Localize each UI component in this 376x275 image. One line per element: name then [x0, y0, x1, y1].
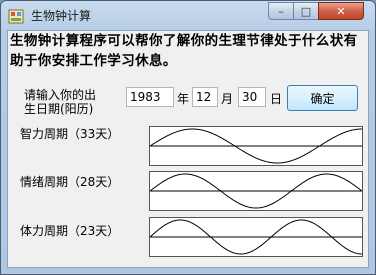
day-unit: 日 [270, 92, 283, 106]
minimize-button[interactable]: – [268, 2, 294, 20]
maximize-button[interactable]: □ [293, 2, 319, 20]
month-input[interactable]: 12 [192, 87, 218, 107]
close-button[interactable]: ✕ [318, 2, 364, 20]
year-unit: 年 [177, 92, 190, 106]
year-input[interactable]: 1983 [126, 87, 174, 107]
physical-wave-chart [149, 217, 363, 257]
intellect-wave-chart [149, 126, 363, 166]
day-input[interactable]: 30 [238, 87, 266, 107]
emotion-cycle-label: 情绪周期（28天） [20, 175, 120, 189]
emotion-wave-chart [149, 171, 363, 211]
title-bar[interactable]: 生物钟计算 – □ ✕ [1, 1, 375, 31]
physical-cycle-label: 体力周期（23天） [20, 224, 120, 238]
window-title: 生物钟计算 [31, 9, 92, 23]
intro-text: 生物钟计算程序可以帮你了解你的生理节律处于什么状有助于你安排工作学习休息。 [10, 33, 358, 69]
confirm-button[interactable]: 确定 [287, 85, 358, 111]
app-icon [8, 8, 24, 24]
birth-date-label: 请输入你的出生日期(阳历) [24, 88, 97, 116]
month-unit: 月 [221, 92, 234, 106]
client-area: 生物钟计算程序可以帮你了解你的生理节律处于什么状有助于你安排工作学习休息。 请输… [7, 30, 369, 268]
app-window: 生物钟计算 – □ ✕ 生物钟计算程序可以帮你了解你的生理节律处于什么状有助于你… [0, 0, 376, 275]
intellect-cycle-label: 智力周期（33天） [20, 127, 120, 141]
